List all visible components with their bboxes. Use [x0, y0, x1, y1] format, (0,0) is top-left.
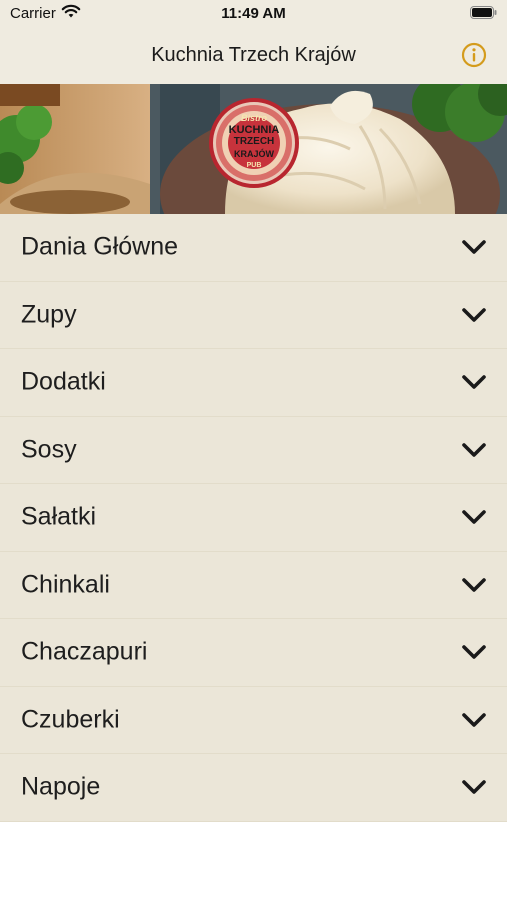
menu-item-dania-glowne[interactable]: Dania Główne: [0, 214, 507, 282]
logo-line-trzech: TRZECH: [233, 136, 275, 147]
restaurant-logo: Bistro KUCHNIA TRZECH KRAJÓW PUB: [216, 112, 292, 172]
chevron-down-icon[interactable]: [461, 779, 487, 795]
menu-item-label: Dodatki: [21, 367, 106, 396]
menu-item-chinkali[interactable]: Chinkali: [0, 551, 507, 619]
menu-item-label: Sosy: [21, 435, 77, 464]
chevron-down-icon[interactable]: [461, 509, 487, 525]
status-bar: Carrier 11:49 AM: [0, 0, 507, 26]
menu-item-zupy[interactable]: Zupy: [0, 281, 507, 349]
page-title: Kuchnia Trzech Krajów: [151, 44, 356, 66]
menu-item-label: Zupy: [21, 300, 77, 329]
chevron-down-icon[interactable]: [461, 712, 487, 728]
menu-item-label: Napoje: [21, 772, 101, 801]
info-circle-icon[interactable]: [461, 42, 487, 68]
logo-line-pub: PUB: [246, 162, 262, 169]
menu-item-napoje[interactable]: Napoje: [0, 754, 507, 822]
battery-icon: [470, 6, 497, 19]
logo-line-bistro: Bistro: [240, 113, 267, 123]
menu-item-label: Czuberki: [21, 705, 120, 734]
chevron-down-icon[interactable]: [461, 239, 487, 255]
chevron-down-icon[interactable]: [461, 442, 487, 458]
logo-line-krajow: KRAJÓW: [234, 149, 274, 159]
menu-item-czuberki[interactable]: Czuberki: [0, 686, 507, 754]
menu-item-label: Chaczapuri: [21, 637, 148, 666]
chevron-down-icon[interactable]: [461, 374, 487, 390]
chevron-down-icon[interactable]: [461, 577, 487, 593]
menu-item-label: Dania Główne: [21, 232, 179, 261]
menu-item-salatki[interactable]: Sałatki: [0, 484, 507, 552]
status-time: 11:49 AM: [221, 5, 286, 22]
menu-category-list: Dania Główne Zupy Dodatki Sosy Sałatki C…: [0, 214, 507, 822]
menu-item-label: Chinkali: [21, 570, 110, 599]
menu-item-chaczapuri[interactable]: Chaczapuri: [0, 619, 507, 687]
logo-line-kuchnia: KUCHNIA: [228, 124, 280, 136]
menu-item-dodatki[interactable]: Dodatki: [0, 349, 507, 417]
chevron-down-icon[interactable]: [461, 644, 487, 660]
navigation-bar: Kuchnia Trzech Krajów: [0, 26, 507, 84]
menu-item-sosy[interactable]: Sosy: [0, 416, 507, 484]
chevron-down-icon[interactable]: [461, 307, 487, 323]
menu-item-label: Sałatki: [21, 502, 97, 531]
